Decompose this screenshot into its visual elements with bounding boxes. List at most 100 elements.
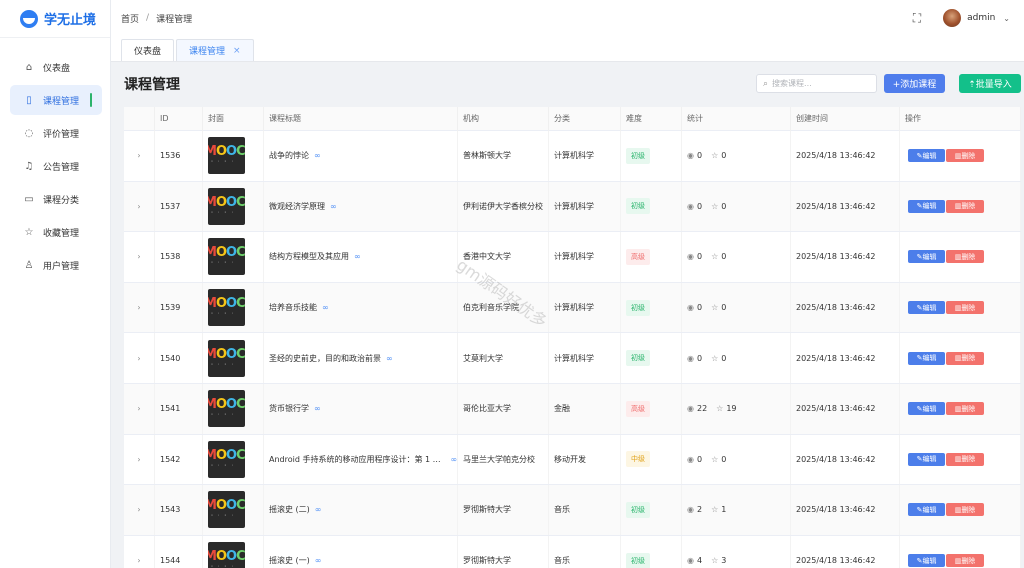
tab-dashboard[interactable]: 仪表盘 xyxy=(121,39,175,61)
chevron-right-icon[interactable]: › xyxy=(137,404,140,413)
avatar[interactable] xyxy=(943,9,962,27)
delete-button[interactable]: ▥ 删除 xyxy=(946,301,984,315)
search-input[interactable] xyxy=(772,79,863,88)
trash-icon: ▥ xyxy=(954,556,962,565)
institution: 马里兰大学帕克分校 xyxy=(463,454,535,464)
chevron-right-icon[interactable]: › xyxy=(137,303,140,312)
stats-cell: ◉ 0 ☆ 0 xyxy=(682,282,791,333)
delete-button[interactable]: ▥ 删除 xyxy=(946,402,984,416)
add-course-button[interactable]: +添加课程 xyxy=(884,74,945,93)
edit-button[interactable]: ✎ 编辑 xyxy=(908,503,945,517)
category: 计算机科学 xyxy=(554,201,594,211)
delete-button[interactable]: ▥ 删除 xyxy=(946,503,984,517)
sidebar-item-reviews[interactable]: ◌ 评价管理 xyxy=(10,118,102,148)
star-icon: ☆ xyxy=(711,353,719,363)
category-cell: 计算机科学 xyxy=(549,181,621,232)
table-row: › 1537 MOOC" ' " ' 微观经济学原理 ∞ 伊利诺伊大学香槟分校 计算机科学 初… xyxy=(124,181,1021,233)
cover-cell: MOOC" ' " ' xyxy=(203,535,264,568)
delete-button[interactable]: ▥ 删除 xyxy=(946,199,984,213)
institution: 伯克利音乐学院 xyxy=(463,303,519,313)
difficulty-cell: 中级 xyxy=(621,434,682,485)
course-title: 培养音乐技能 xyxy=(269,303,317,313)
expand-cell[interactable]: › xyxy=(124,333,155,383)
edit-button[interactable]: ✎ 编辑 xyxy=(908,554,945,568)
created-cell: 2025/4/18 13:46:42 xyxy=(791,485,900,535)
sidebar-item-favorites[interactable]: ☆ 收藏管理 xyxy=(10,217,102,247)
id-cell: 1536 xyxy=(155,131,203,181)
edit-button[interactable]: ✎ 编辑 xyxy=(908,301,945,315)
category: 音乐 xyxy=(554,556,570,566)
fullscreen-icon[interactable]: ⛶ xyxy=(913,11,921,26)
view-count: 0 xyxy=(696,353,703,363)
tab-courses[interactable]: 课程管理 × xyxy=(176,39,254,61)
link-icon[interactable]: ∞ xyxy=(314,151,321,160)
institution: 香港中文大学 xyxy=(463,252,511,262)
difficulty-badge: 中级 xyxy=(626,451,650,468)
sidebar-item-label: 公告管理 xyxy=(43,162,80,173)
table-row: ›1536MOOC" ' " '战争的悖论∞普林斯顿大学计算机科学初级◉0☆02… xyxy=(124,131,1021,182)
delete-button[interactable]: ▥ 删除 xyxy=(946,351,984,365)
cover-caption: " ' " ' xyxy=(211,362,235,368)
delete-button[interactable]: ▥ 删除 xyxy=(946,452,984,466)
cover-letter: O xyxy=(215,245,227,261)
username[interactable]: admin xyxy=(967,13,995,23)
cover-caption: " ' " ' xyxy=(211,312,235,318)
link-icon[interactable]: ∞ xyxy=(322,303,329,312)
created-cell: 2025/4/18 13:46:42 xyxy=(791,181,900,232)
chevron-right-icon[interactable]: › xyxy=(137,556,140,565)
link-icon[interactable]: ∞ xyxy=(314,404,321,413)
sidebar-item-categories[interactable]: ▭ 课程分类 xyxy=(10,184,102,214)
link-icon[interactable]: ∞ xyxy=(315,505,322,514)
delete-button[interactable]: ▥ 删除 xyxy=(946,250,984,264)
cover-letter: O xyxy=(226,447,237,463)
link-icon[interactable]: ∞ xyxy=(315,556,322,565)
favorite-count: 0 xyxy=(721,201,727,211)
link-icon[interactable]: ∞ xyxy=(354,252,361,261)
link-icon[interactable]: ∞ xyxy=(386,354,393,363)
cover-caption: " ' " ' xyxy=(211,514,235,520)
breadcrumb-home[interactable]: 首页 xyxy=(121,12,139,25)
delete-button[interactable]: ▥ 删除 xyxy=(946,149,984,163)
edit-button[interactable]: ✎ 编辑 xyxy=(908,250,945,264)
sidebar-item-courses[interactable]: ▯ 课程管理 xyxy=(10,85,102,115)
chevron-right-icon[interactable]: › xyxy=(137,455,140,464)
expand-cell[interactable]: › xyxy=(124,282,155,333)
id-cell: 1540 xyxy=(155,333,203,383)
expand-cell[interactable]: › xyxy=(124,232,155,282)
chevron-down-icon[interactable]: ⌄ xyxy=(1003,14,1010,23)
edit-button[interactable]: ✎ 编辑 xyxy=(908,199,945,213)
batch-import-button[interactable]: ⇡批量导入 xyxy=(959,74,1021,93)
delete-label: 删除 xyxy=(961,151,976,160)
expand-cell[interactable]: › xyxy=(124,131,155,181)
id-cell: 1537 xyxy=(155,181,203,232)
cover-letter: C xyxy=(236,549,245,565)
sidebar-item-users[interactable]: ♙ 用户管理 xyxy=(10,250,102,280)
sidebar-item-dashboard[interactable]: ⌂ 仪表盘 xyxy=(10,52,102,82)
expand-cell[interactable]: › xyxy=(124,485,155,535)
course-id: 1544 xyxy=(160,556,181,566)
actions-cell: ✎ 编辑 ▥ 删除 xyxy=(900,434,1021,485)
edit-button[interactable]: ✎ 编辑 xyxy=(908,402,945,416)
chevron-right-icon[interactable]: › xyxy=(137,354,140,363)
chevron-right-icon[interactable]: › xyxy=(137,252,140,261)
brand[interactable]: 学无止境 xyxy=(0,0,110,38)
chevron-right-icon[interactable]: › xyxy=(137,202,140,211)
edit-button[interactable]: ✎ 编辑 xyxy=(908,351,945,365)
expand-cell[interactable]: › xyxy=(124,434,155,485)
expand-cell[interactable]: › xyxy=(124,181,155,232)
link-icon[interactable]: ∞ xyxy=(450,455,457,464)
delete-button[interactable]: ▥ 删除 xyxy=(946,554,984,568)
favorite-count: 0 xyxy=(721,303,727,313)
edit-button[interactable]: ✎ 编辑 xyxy=(908,149,945,163)
chevron-right-icon[interactable]: › xyxy=(137,505,140,514)
chevron-right-icon[interactable]: › xyxy=(137,151,140,160)
search-box[interactable]: ⌕ xyxy=(756,74,877,93)
edit-button[interactable]: ✎ 编辑 xyxy=(908,452,945,466)
table-row: › 1543 MOOC" ' " ' 摇滚史 (二) ∞ 罗彻斯特大学 音乐 初级 ◉2 ☆1 20… xyxy=(124,485,1021,536)
category-cell: 金融 xyxy=(549,383,621,434)
expand-cell[interactable]: › xyxy=(124,535,155,568)
close-icon[interactable]: × xyxy=(233,46,241,56)
expand-cell[interactable]: › xyxy=(124,383,155,434)
link-icon[interactable]: ∞ xyxy=(330,202,337,211)
sidebar-item-announcements[interactable]: ♫ 公告管理 xyxy=(10,151,102,181)
